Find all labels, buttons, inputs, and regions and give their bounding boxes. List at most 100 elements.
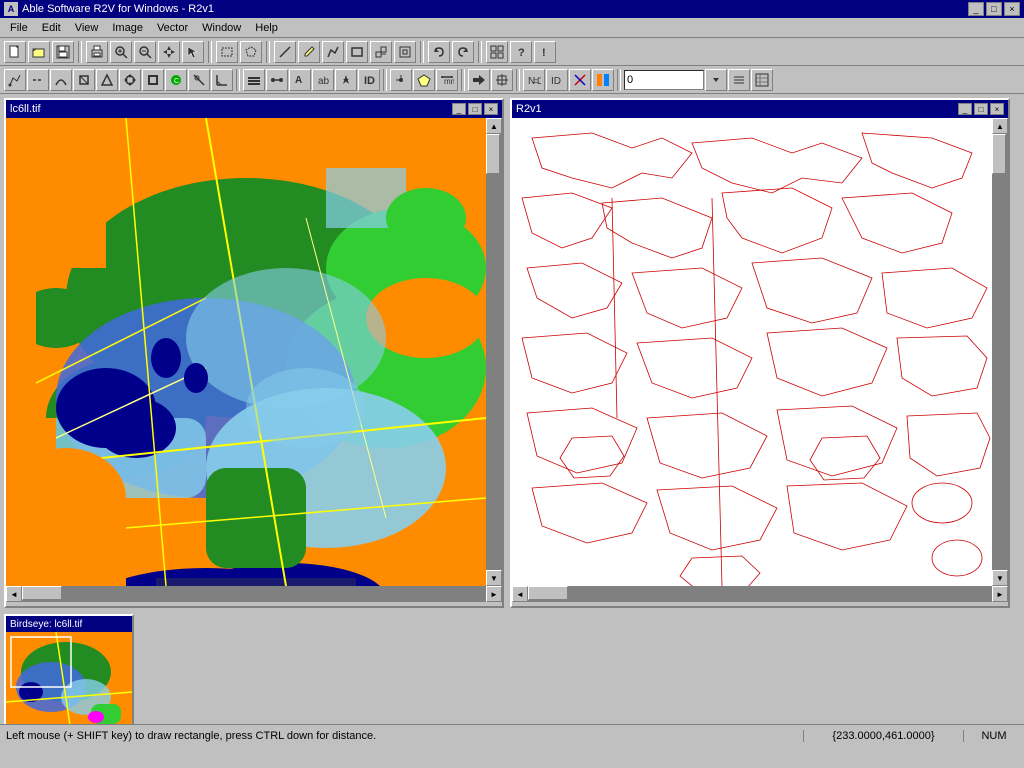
left-hscroll-track[interactable] xyxy=(22,586,486,602)
menu-image[interactable]: Image xyxy=(106,20,149,36)
svg-text:A: A xyxy=(295,75,302,86)
tb2-move[interactable] xyxy=(491,69,513,91)
tb2-fill[interactable] xyxy=(142,69,164,91)
left-hscroll-right[interactable]: ► xyxy=(486,586,502,602)
menu-help[interactable]: Help xyxy=(249,20,284,36)
tb2-layer[interactable] xyxy=(243,69,265,91)
tb-scale-up[interactable] xyxy=(370,41,392,63)
menu-view[interactable]: View xyxy=(69,20,105,36)
left-close[interactable]: × xyxy=(484,103,498,115)
right-vscroll-track[interactable] xyxy=(992,134,1008,570)
tb-rectangle[interactable] xyxy=(346,41,368,63)
tb-sep-3 xyxy=(266,41,270,63)
tb-raster-line[interactable] xyxy=(274,41,296,63)
tb2-symbol[interactable] xyxy=(335,69,357,91)
menu-file[interactable]: File xyxy=(4,20,34,36)
status-bar: Left mouse (+ SHIFT key) to draw rectang… xyxy=(0,724,1024,746)
birdseye-title-text: Birdseye: lc6ll.tif xyxy=(10,619,82,630)
tb2-sep-1 xyxy=(236,69,240,91)
tb2-label[interactable]: A xyxy=(289,69,311,91)
right-hscroll[interactable]: ◄ ► xyxy=(512,586,1008,602)
tb-pan[interactable] xyxy=(158,41,180,63)
tb-polyline[interactable] xyxy=(322,41,344,63)
tb-new[interactable] xyxy=(4,41,26,63)
right-hscroll-thumb[interactable] xyxy=(528,586,568,600)
tb2-node-id[interactable]: N=D xyxy=(523,69,545,91)
tb-select-rect[interactable] xyxy=(216,41,238,63)
right-hscroll-left[interactable]: ◄ xyxy=(512,586,528,602)
right-map-canvas[interactable] xyxy=(512,118,992,586)
tb-select-poly[interactable] xyxy=(240,41,262,63)
right-minimize[interactable]: _ xyxy=(958,103,972,115)
tb2-polygon2[interactable] xyxy=(413,69,435,91)
title-bar-controls: _ □ × xyxy=(968,2,1020,16)
tb-zoom-window[interactable] xyxy=(110,41,132,63)
menu-window[interactable]: Window xyxy=(196,20,247,36)
left-vscroll[interactable]: ▲ ▼ xyxy=(486,118,502,586)
tb-cursor[interactable] xyxy=(182,41,204,63)
tb2-list1[interactable] xyxy=(728,69,750,91)
tb-redo[interactable] xyxy=(452,41,474,63)
tb2-id[interactable]: ID xyxy=(358,69,380,91)
tb2-measure[interactable]: mm xyxy=(436,69,458,91)
tb-print[interactable] xyxy=(86,41,108,63)
close-button[interactable]: × xyxy=(1004,2,1020,16)
tb2-theme[interactable] xyxy=(592,69,614,91)
maximize-button[interactable]: □ xyxy=(986,2,1002,16)
status-mode: NUM xyxy=(964,730,1024,742)
left-map-canvas[interactable] xyxy=(6,118,486,586)
tb2-dropdown[interactable] xyxy=(705,69,727,91)
tb2-color[interactable]: C xyxy=(165,69,187,91)
tb-about[interactable]: ! xyxy=(534,41,556,63)
tb-settings[interactable] xyxy=(486,41,508,63)
left-vscroll-down[interactable]: ▼ xyxy=(486,570,502,586)
tb2-draw1[interactable] xyxy=(4,69,26,91)
tb2-draw5[interactable] xyxy=(96,69,118,91)
tb2-draw3[interactable] xyxy=(50,69,72,91)
menu-vector[interactable]: Vector xyxy=(151,20,194,36)
right-window-title-text: R2v1 xyxy=(516,103,542,115)
tb2-connect[interactable] xyxy=(266,69,288,91)
left-vscroll-up[interactable]: ▲ xyxy=(486,118,502,134)
left-minimize[interactable]: _ xyxy=(452,103,466,115)
tb-help-btn[interactable]: ? xyxy=(510,41,532,63)
right-vscroll-down[interactable]: ▼ xyxy=(992,570,1008,586)
menu-edit[interactable]: Edit xyxy=(36,20,67,36)
birdseye-map-canvas[interactable] xyxy=(6,632,132,732)
tb2-draw2[interactable] xyxy=(27,69,49,91)
tb-open[interactable] xyxy=(28,41,50,63)
tb-undo[interactable] xyxy=(428,41,450,63)
tb2-text[interactable]: ab xyxy=(312,69,334,91)
left-hscroll[interactable]: ◄ ► xyxy=(6,586,502,602)
zoom-input[interactable] xyxy=(624,70,704,90)
left-maximize[interactable]: □ xyxy=(468,103,482,115)
tb-edit[interactable] xyxy=(298,41,320,63)
tb2-attr[interactable]: ID xyxy=(546,69,568,91)
right-vscroll-up[interactable]: ▲ xyxy=(992,118,1008,134)
right-close[interactable]: × xyxy=(990,103,1004,115)
right-maximize[interactable]: □ xyxy=(974,103,988,115)
minimize-button[interactable]: _ xyxy=(968,2,984,16)
left-vscroll-track[interactable] xyxy=(486,134,502,570)
left-vscroll-thumb[interactable] xyxy=(486,134,500,174)
toolbar-1: ? ! xyxy=(0,38,1024,66)
right-hscroll-right[interactable]: ► xyxy=(992,586,1008,602)
tb2-sep-4 xyxy=(516,69,520,91)
right-hscroll-track[interactable] xyxy=(528,586,992,602)
tb2-arrow[interactable] xyxy=(468,69,490,91)
tb2-nodes[interactable] xyxy=(119,69,141,91)
tb2-list2[interactable] xyxy=(751,69,773,91)
tb2-sep-2 xyxy=(383,69,387,91)
tb2-overlay[interactable] xyxy=(569,69,591,91)
tb2-snap[interactable] xyxy=(188,69,210,91)
tb-scale-down[interactable] xyxy=(394,41,416,63)
right-vscroll-thumb[interactable] xyxy=(992,134,1006,174)
tb2-angle[interactable] xyxy=(211,69,233,91)
tb-save[interactable] xyxy=(52,41,74,63)
tb2-draw4[interactable] xyxy=(73,69,95,91)
tb2-point[interactable] xyxy=(390,69,412,91)
right-vscroll[interactable]: ▲ ▼ xyxy=(992,118,1008,586)
left-hscroll-thumb[interactable] xyxy=(22,586,62,600)
left-hscroll-left[interactable]: ◄ xyxy=(6,586,22,602)
tb-zoom-out[interactable] xyxy=(134,41,156,63)
